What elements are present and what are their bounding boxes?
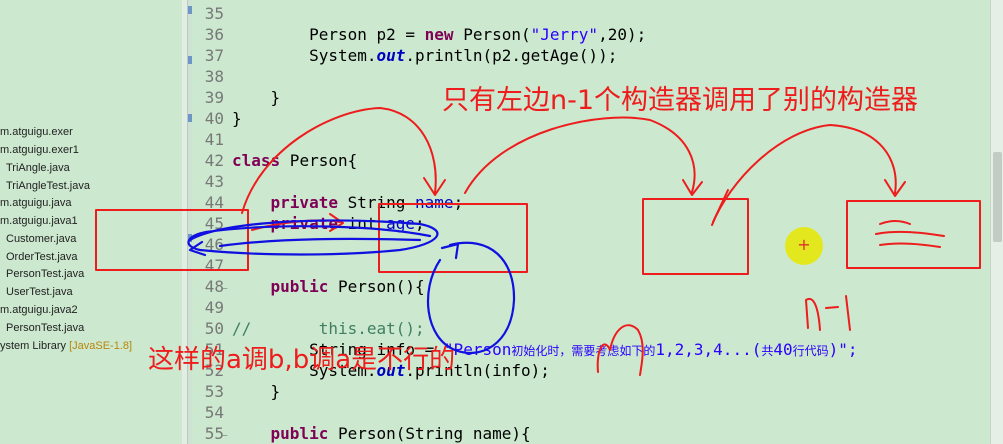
- cursor-plus-icon: +: [797, 235, 811, 254]
- annotation-arrow-2: [464, 116, 696, 194]
- cursor-highlight: +: [785, 227, 823, 265]
- annotation-blue-arrow-to-box: [440, 242, 460, 260]
- annotation-equals-2: [875, 230, 945, 237]
- annotation-top-note: 只有左边n-1个构造器调用了别的构造器: [442, 85, 919, 116]
- annotation-arrow-4-head: [329, 213, 344, 232]
- annotation-n-minus-1: [805, 295, 851, 331]
- annotation-box-right1: [642, 198, 749, 275]
- annotation-bottom-note: 这样的a调b,b调a是不行的: [148, 345, 456, 375]
- annotation-box-right2: [846, 200, 981, 269]
- annotation-arrow-3: [711, 124, 897, 226]
- annotation-box-left: [95, 209, 249, 271]
- annotation-equals-1: [879, 220, 911, 225]
- annotation-blue-loop: [187, 219, 439, 256]
- annotation-overlay: [95, 107, 981, 376]
- annotation-n-line: [596, 324, 644, 376]
- annotation-cross-1: [712, 189, 729, 223]
- annotation-blue-loop-inner: [218, 237, 422, 248]
- annotation-equals-3: [879, 242, 941, 248]
- annotation-blue-oval: [426, 241, 516, 355]
- annotation-arrow-1: [241, 107, 437, 214]
- annotation-arrow-1-head: [423, 177, 446, 196]
